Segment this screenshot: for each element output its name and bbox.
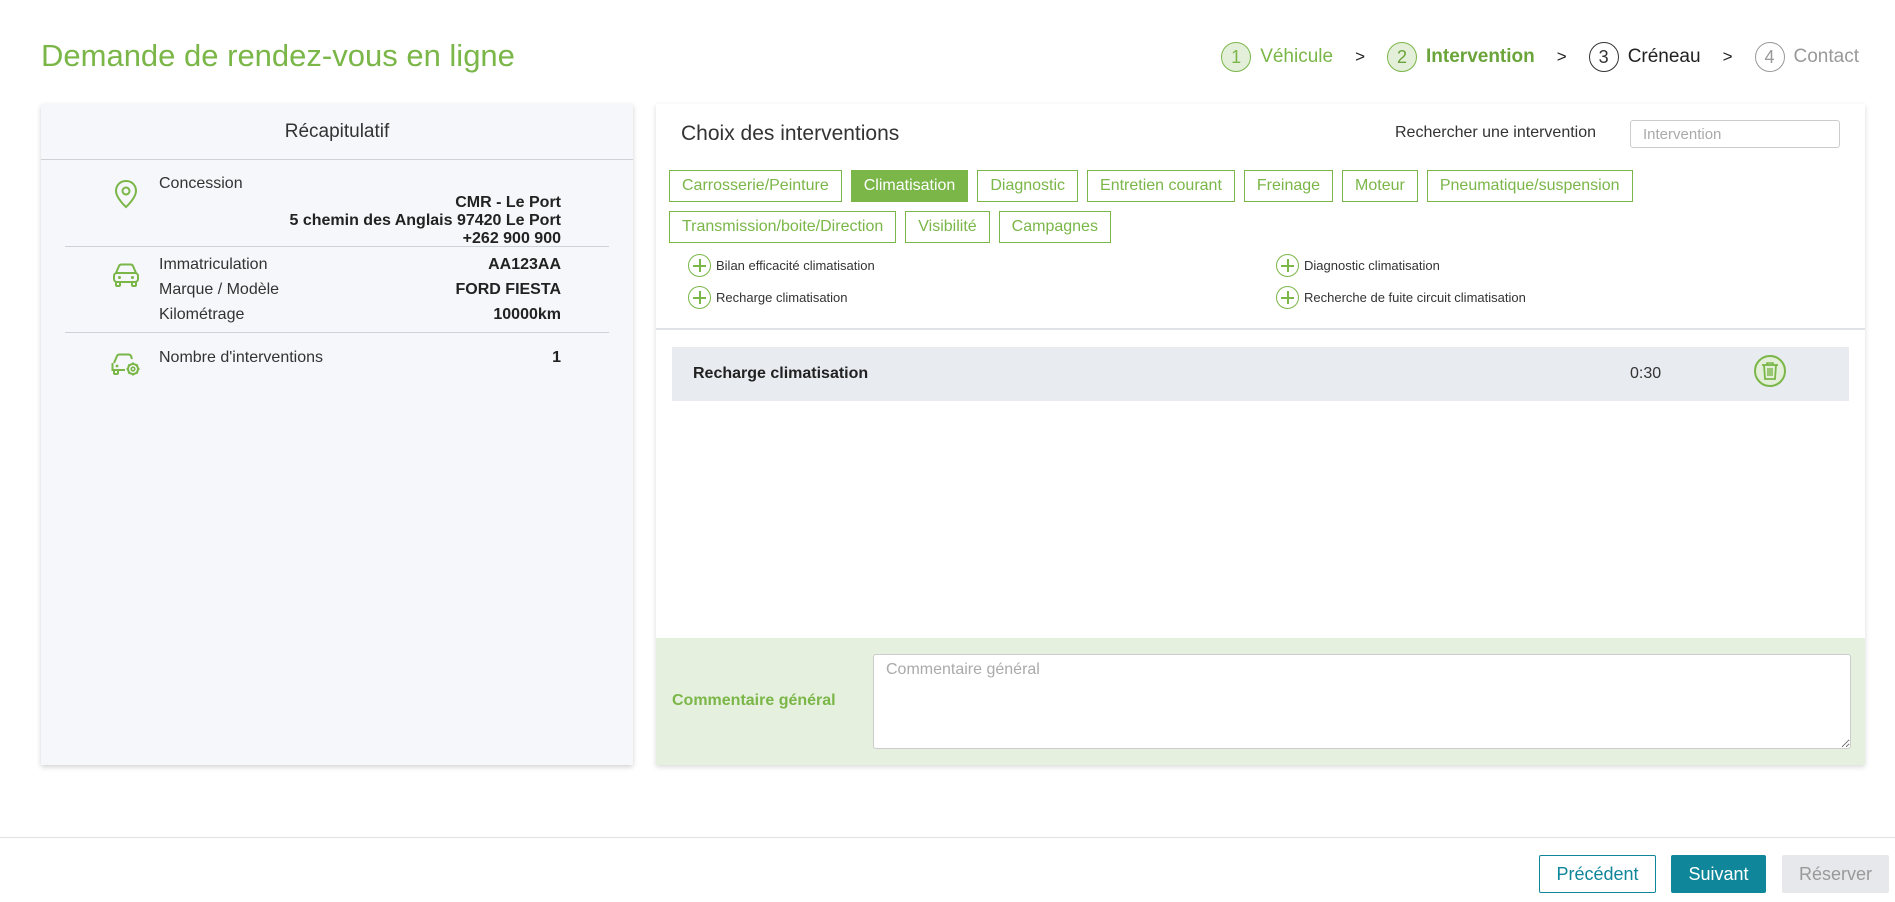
step-vehicule[interactable]: 1 Véhicule xyxy=(1221,42,1333,72)
stepper: 1 Véhicule > 2 Intervention > 3 Créneau … xyxy=(1221,42,1859,72)
interventions-count-value: 1 xyxy=(552,349,561,366)
model-label: Marque / Modèle xyxy=(159,281,280,298)
option-label: Recherche de fuite circuit climatisation xyxy=(1304,290,1526,305)
plate-label: Immatriculation xyxy=(159,256,268,273)
summary-panel: Récapitulatif Concession CMR - Le Port 5… xyxy=(41,104,633,765)
option-label: Bilan efficacité climatisation xyxy=(716,258,875,273)
tab-campagnes[interactable]: Campagnes xyxy=(998,211,1111,243)
divider xyxy=(656,328,1865,330)
intervention-options: Bilan efficacité climatisation Diagnosti… xyxy=(688,254,1864,309)
tab-moteur[interactable]: Moteur xyxy=(1342,170,1418,202)
interventions-panel: Choix des interventions Rechercher une i… xyxy=(656,104,1865,765)
model-value: FORD FIESTA xyxy=(455,281,561,298)
category-tabs: Carrosserie/Peinture Climatisation Diagn… xyxy=(669,170,1859,243)
option-bilan-climatisation[interactable]: Bilan efficacité climatisation xyxy=(688,254,1276,277)
option-label: Diagnostic climatisation xyxy=(1304,258,1440,273)
tab-climatisation[interactable]: Climatisation xyxy=(850,170,969,202)
car-icon xyxy=(113,263,139,287)
tab-transmission[interactable]: Transmission/boite/Direction xyxy=(669,211,897,243)
plus-icon xyxy=(1276,286,1299,309)
model-row: Marque / Modèle FORD FIESTA xyxy=(65,277,609,302)
vehicle-section: Immatriculation AA123AA Marque / Modèle … xyxy=(65,247,609,333)
tab-pneumatique[interactable]: Pneumatique/suspension xyxy=(1426,170,1633,202)
step-label: Contact xyxy=(1793,46,1859,67)
footer-divider xyxy=(0,837,1895,838)
plus-icon xyxy=(1276,254,1299,277)
tab-freinage[interactable]: Freinage xyxy=(1243,170,1334,202)
summary-title: Récapitulatif xyxy=(41,104,633,160)
step-label: Véhicule xyxy=(1260,46,1334,67)
selected-intervention-row: Recharge climatisation 0:30 xyxy=(672,347,1849,401)
tab-carrosserie[interactable]: Carrosserie/Peinture xyxy=(669,170,842,202)
car-service-icon xyxy=(111,353,140,376)
search-label: Rechercher une intervention xyxy=(1395,124,1597,141)
previous-button[interactable]: Précédent xyxy=(1539,855,1656,893)
interventions-count-row: Nombre d'interventions 1 xyxy=(65,345,609,370)
dealer-street: 5 chemin des Anglais 97420 Le Port xyxy=(289,212,561,229)
interventions-count-section: Nombre d'interventions 1 xyxy=(65,333,609,376)
option-diagnostic-climatisation[interactable]: Diagnostic climatisation xyxy=(1276,254,1864,277)
mileage-row: Kilométrage 10000km xyxy=(65,302,609,327)
plus-icon xyxy=(688,286,711,309)
comment-section: Commentaire général xyxy=(656,638,1865,765)
dealer-label: Concession xyxy=(159,175,243,192)
step-intervention[interactable]: 2 Intervention xyxy=(1387,42,1535,72)
comment-textarea[interactable] xyxy=(873,654,1851,749)
plus-icon xyxy=(688,254,711,277)
search-input[interactable] xyxy=(1630,120,1840,148)
step-creneau: 3 Créneau xyxy=(1588,42,1701,72)
step-separator: > xyxy=(1355,47,1366,66)
step-contact: 4 Contact xyxy=(1754,42,1859,72)
trash-icon xyxy=(1762,362,1778,380)
next-button[interactable]: Suivant xyxy=(1671,855,1766,893)
step-number: 3 xyxy=(1588,42,1619,72)
step-label: Créneau xyxy=(1627,46,1701,67)
interventions-count-label: Nombre d'interventions xyxy=(159,349,324,366)
book-button[interactable]: Réserver xyxy=(1782,855,1889,893)
dealer-address: CMR - Le Port 5 chemin des Anglais 97420… xyxy=(65,194,609,248)
mileage-label: Kilométrage xyxy=(159,306,245,323)
page-title: Demande de rendez-vous en ligne xyxy=(41,38,515,73)
selected-intervention-label: Recharge climatisation xyxy=(693,365,869,382)
tab-visibilite[interactable]: Visibilité xyxy=(905,211,990,243)
location-pin-icon xyxy=(114,179,138,209)
step-number: 1 xyxy=(1221,42,1252,72)
option-recharge-climatisation[interactable]: Recharge climatisation xyxy=(688,286,1276,309)
delete-intervention-button[interactable] xyxy=(1754,355,1786,387)
step-separator: > xyxy=(1556,47,1567,66)
option-label: Recharge climatisation xyxy=(716,290,848,305)
step-separator: > xyxy=(1722,47,1733,66)
comment-label: Commentaire général xyxy=(672,692,836,709)
interventions-title: Choix des interventions xyxy=(681,122,900,145)
option-recherche-fuite[interactable]: Recherche de fuite circuit climatisation xyxy=(1276,286,1864,309)
selected-intervention-duration: 0:30 xyxy=(1630,365,1662,382)
mileage-value: 10000km xyxy=(493,306,561,323)
step-number: 2 xyxy=(1387,42,1418,72)
tab-entretien[interactable]: Entretien courant xyxy=(1087,170,1235,202)
dealer-phone: +262 900 900 xyxy=(462,230,561,247)
plate-row: Immatriculation AA123AA xyxy=(65,252,609,277)
tab-diagnostic[interactable]: Diagnostic xyxy=(977,170,1079,202)
step-number: 4 xyxy=(1754,42,1785,72)
step-label: Intervention xyxy=(1426,46,1535,67)
dealer-section: Concession CMR - Le Port 5 chemin des An… xyxy=(65,160,609,247)
page: Demande de rendez-vous en ligne 1 Véhicu… xyxy=(0,0,1895,902)
plate-value: AA123AA xyxy=(488,256,561,273)
